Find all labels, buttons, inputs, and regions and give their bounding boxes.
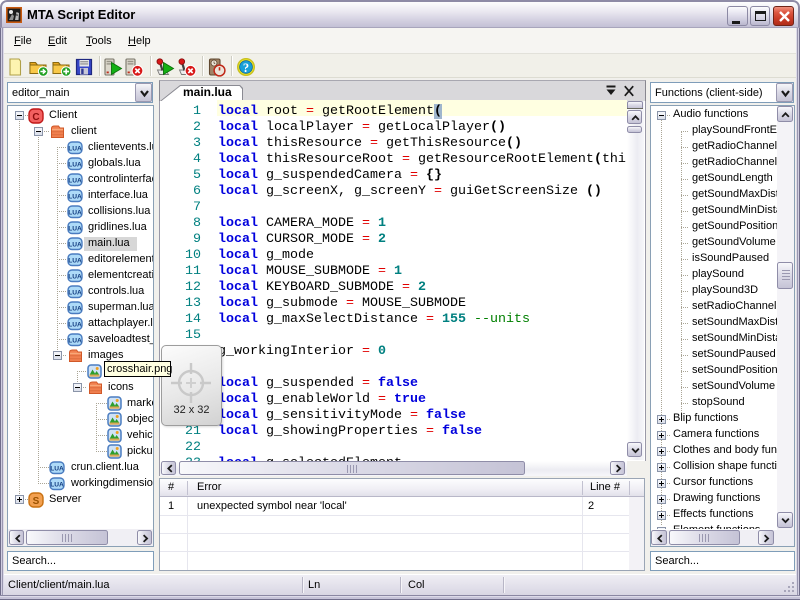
svg-text:LUA: LUA xyxy=(68,337,82,344)
svg-text:LUA: LUA xyxy=(68,177,82,184)
svg-text:LUA: LUA xyxy=(68,289,82,296)
svg-text:LUA: LUA xyxy=(68,193,82,200)
svg-text:LUA: LUA xyxy=(50,481,64,488)
svg-text:?: ? xyxy=(243,61,249,75)
svg-text:LUA: LUA xyxy=(68,321,82,328)
svg-text:C: C xyxy=(32,112,39,123)
svg-text:LUA: LUA xyxy=(68,161,82,168)
svg-text:LUA: LUA xyxy=(50,465,64,472)
svg-text:LUA: LUA xyxy=(68,209,82,216)
svg-text:LUA: LUA xyxy=(68,257,82,264)
svg-text:LUA: LUA xyxy=(68,273,82,280)
svg-text:LUA: LUA xyxy=(68,225,82,232)
svg-text:S: S xyxy=(33,496,40,507)
svg-text:LUA: LUA xyxy=(68,145,82,152)
svg-text:LUA: LUA xyxy=(68,241,82,248)
svg-text:LUA: LUA xyxy=(68,305,82,312)
